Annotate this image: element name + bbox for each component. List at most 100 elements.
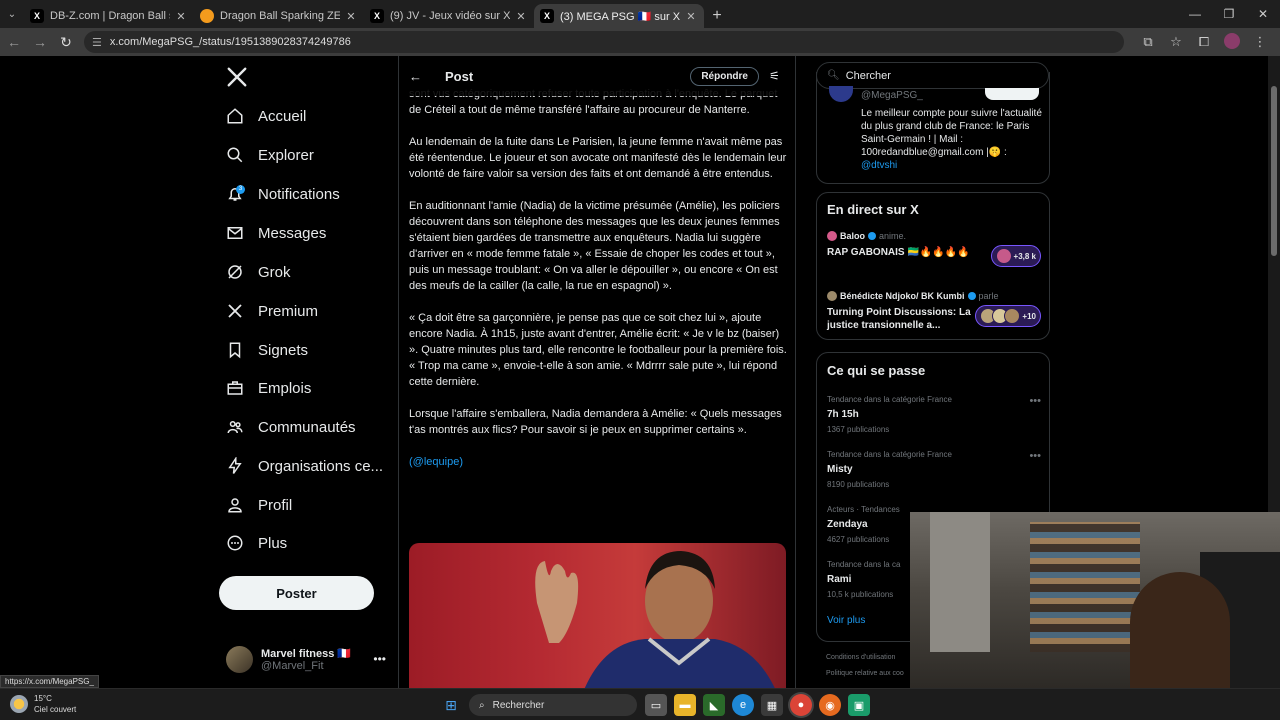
avatar <box>995 248 1012 264</box>
follow-button[interactable] <box>985 88 1039 100</box>
listener-count-text: +3,8 k <box>1013 251 1036 261</box>
post-text: sont vus catégoriquement refuser toute p… <box>409 86 787 486</box>
page-scrollbar[interactable] <box>1268 56 1280 512</box>
sidebar-item-plus[interactable]: Plus <box>226 529 287 557</box>
app-icon[interactable]: ▣ <box>848 694 870 716</box>
profile-avatar-icon[interactable] <box>1218 32 1246 52</box>
install-app-icon[interactable]: ⧉ <box>1134 34 1162 50</box>
url-bar[interactable]: ☰ x.com/MegaPSG_/status/1951389028374249… <box>84 31 1124 53</box>
sidebar-item-explorer[interactable]: Explorer <box>226 141 314 169</box>
footer-link-cookies[interactable]: Politique relative aux coo <box>826 670 904 677</box>
minimize-icon[interactable]: — <box>1178 0 1212 28</box>
sidebar-item-messages[interactable]: Messages <box>226 219 326 247</box>
sidebar-item-communautes[interactable]: Communautés <box>226 413 356 441</box>
sidebar-item-label: Premium <box>258 302 319 320</box>
task-view-icon[interactable]: ▭ <box>645 694 667 716</box>
paragraph: « Ça doit être sa garçonnière, je pense … <box>409 312 787 388</box>
live-item[interactable]: Bénédicte Ndjoko/ BK Kumbi parle Turning… <box>827 291 1041 335</box>
bookmark-icon <box>229 342 241 359</box>
source-mention-link[interactable]: @lequipe <box>413 456 460 468</box>
temperature: 15°C <box>34 694 52 703</box>
browser-tab-2[interactable]: ● Dragon Ball Sparking ZERO sur ✕ <box>194 4 364 28</box>
live-space-title: RAP GABONAIS 🇬🇦🔥🔥🔥🔥 <box>827 247 970 258</box>
browser-menu-icon[interactable]: ⋮ <box>1246 34 1274 50</box>
avatar <box>226 645 253 673</box>
extensions-icon[interactable]: ⧠ <box>1190 34 1218 50</box>
forward-icon[interactable]: → <box>28 30 52 54</box>
browser-tab-1[interactable]: X DB-Z.com | Dragon Ball sur X : ✕ <box>24 4 194 28</box>
settings-sliders-icon[interactable]: ⚟ <box>769 69 783 83</box>
sidebar-item-label: Messages <box>258 224 327 242</box>
nvidia-icon[interactable]: ◣ <box>703 694 725 716</box>
mail-icon <box>227 227 243 239</box>
weather-widget[interactable]: 15°C Ciel couvert <box>10 693 76 715</box>
bookmark-star-icon[interactable]: ☆ <box>1162 34 1190 50</box>
reply-button[interactable]: Répondre <box>690 66 759 86</box>
file-explorer-icon[interactable]: ▬ <box>674 694 696 716</box>
post-image[interactable] <box>409 543 786 688</box>
site-info-icon[interactable]: ☰ <box>92 36 102 49</box>
lightning-icon <box>228 457 242 474</box>
trend-item[interactable]: Tendance dans la catégorie France 7h 15h… <box>827 395 1041 434</box>
more-dots-icon[interactable]: ••• <box>1029 450 1041 462</box>
back-arrow-icon[interactable]: ← <box>409 69 425 84</box>
taskbar-search[interactable]: ⌕ Rechercher <box>469 694 637 716</box>
footer-link-terms[interactable]: Conditions d'utilisation <box>826 654 895 661</box>
scrollbar-thumb[interactable] <box>1271 86 1277 256</box>
verified-icon <box>868 232 877 240</box>
tab-title: DB-Z.com | Dragon Ball sur X : <box>50 10 170 22</box>
listener-count-text: +10 <box>1022 311 1036 321</box>
edge-icon[interactable]: e <box>732 694 754 716</box>
sidebar-item-emplois[interactable]: Emplois <box>226 374 311 402</box>
sidebar-item-signets[interactable]: Signets <box>226 336 308 364</box>
home-icon <box>227 108 243 124</box>
live-item[interactable]: Baloo anime. RAP GABONAIS 🇬🇦🔥🔥🔥🔥 +3,8 k <box>827 231 1041 275</box>
chrome-icon[interactable]: ● <box>790 694 812 716</box>
firefox-icon[interactable]: ◉ <box>819 694 841 716</box>
windows-start-icon[interactable]: ⊞ <box>440 694 462 716</box>
tab-title: (9) JV - Jeux vidéo sur X : "La P <box>390 10 510 22</box>
trend-item[interactable]: Tendance dans la catégorie France Misty … <box>827 450 1041 489</box>
new-tab-plus-icon[interactable]: + <box>704 4 730 28</box>
avatar <box>827 291 837 301</box>
trend-count: 8190 publications <box>827 480 890 489</box>
search-icon: ⌕ <box>479 699 485 711</box>
restore-icon[interactable]: ❐ <box>1212 0 1246 28</box>
sidebar-item-premium[interactable]: Premium <box>226 297 318 325</box>
sidebar-item-notifications[interactable]: 3 Notifications <box>226 180 340 208</box>
window-close-icon[interactable]: ✕ <box>1246 0 1280 28</box>
sidebar-item-organisations[interactable]: Organisations ce... <box>226 452 383 480</box>
avatar <box>1004 308 1021 324</box>
account-switcher[interactable]: Marvel fitness 🇫🇷 @Marvel_Fit ••• <box>226 644 386 674</box>
browser-tab-4-active[interactable]: X (3) MEGA PSG 🇫🇷 sur X : " ✕ <box>534 4 704 28</box>
weather-cloud-icon <box>10 695 28 713</box>
tab-search-chevron-icon[interactable]: ⌄ <box>0 0 24 28</box>
store-icon[interactable]: ▦ <box>761 694 783 716</box>
reload-icon[interactable]: ↻ <box>54 30 78 54</box>
post-button[interactable]: Poster <box>219 576 374 610</box>
browser-tab-3[interactable]: X (9) JV - Jeux vidéo sur X : "La P ✕ <box>364 4 534 28</box>
webcam-background-door <box>930 512 990 652</box>
search-icon <box>227 147 243 163</box>
sidebar-item-accueil[interactable]: Accueil <box>226 102 306 130</box>
sidebar-item-grok[interactable]: Grok <box>226 258 291 286</box>
back-icon[interactable]: ← <box>2 30 26 54</box>
host-status: parle <box>978 291 999 301</box>
more-dots-icon[interactable]: ••• <box>1029 395 1041 407</box>
live-card: En direct sur X Baloo anime. RAP GABONAI… <box>816 192 1050 340</box>
trend-count: 1367 publications <box>827 425 890 434</box>
show-more-link[interactable]: Voir plus <box>827 615 865 626</box>
more-dots-icon[interactable]: ••• <box>373 652 386 666</box>
close-icon[interactable]: ✕ <box>684 10 698 23</box>
sidebar-item-profil[interactable]: Profil <box>226 491 292 519</box>
close-icon[interactable]: ✕ <box>514 10 528 23</box>
close-icon[interactable]: ✕ <box>174 10 188 23</box>
bio-text: Le meilleur compte pour suivre l'actuali… <box>861 108 1042 158</box>
link-status-tooltip: https://x.com/MegaPSG_ <box>0 675 99 688</box>
paragraph: En auditionnant l'amie (Nadia) de la vic… <box>409 200 780 292</box>
sidebar-item-label: Accueil <box>258 107 307 125</box>
close-icon[interactable]: ✕ <box>344 10 358 23</box>
x-logo-icon[interactable] <box>226 66 248 88</box>
sidebar-item-label: Plus <box>258 534 288 552</box>
bio-mention-link[interactable]: @dtvshi <box>861 160 897 171</box>
